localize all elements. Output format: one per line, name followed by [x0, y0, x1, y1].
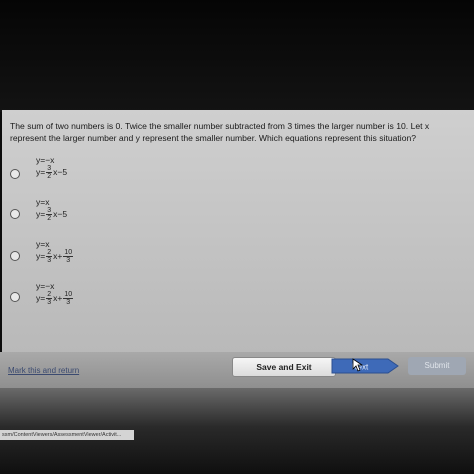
option-c[interactable]: y=x y= 2 3 x+ 10 3 [10, 239, 164, 275]
option-c-radio[interactable] [10, 251, 20, 261]
status-bar-url: ssm/ContentViewers/AssessmentViewer/Acti… [0, 430, 134, 440]
question-text: The sum of two numbers is 0. Twice the s… [10, 121, 430, 143]
option-b-equations: y=x y= 3 2 x−5 [36, 197, 67, 222]
next-button-shape: Next [331, 358, 399, 374]
option-a-equations: y=−x y= 3 2 x−5 [36, 155, 67, 180]
save-and-exit-button[interactable]: Save and Exit [232, 357, 336, 377]
mouse-cursor-icon [352, 358, 364, 372]
option-b-radio[interactable] [10, 209, 20, 219]
option-a-radio[interactable] [10, 169, 20, 179]
submit-button[interactable]: Submit [408, 357, 466, 375]
option-a[interactable]: y=−x y= 3 2 x−5 [10, 155, 164, 191]
option-d[interactable]: y=−x y= 2 3 x+ 10 3 [10, 281, 164, 317]
option-d-eq1: y=−x [36, 281, 55, 291]
mark-and-return-link[interactable]: Mark this and return [8, 366, 79, 375]
option-a-eq1: y=−x [36, 155, 55, 165]
option-b[interactable]: y=x y= 3 2 x−5 [10, 197, 164, 233]
option-c-eq2: y= 2 3 x+ 10 3 [36, 249, 74, 264]
option-a-eq2: y= 3 2 x−5 [36, 165, 68, 180]
option-b-eq2: y= 3 2 x−5 [36, 207, 68, 222]
option-d-radio[interactable] [10, 292, 20, 302]
option-d-eq2: y= 2 3 x+ 10 3 [36, 291, 74, 306]
next-button[interactable]: Next [330, 357, 400, 375]
top-dark-area [0, 0, 474, 112]
option-c-equations: y=x y= 2 3 x+ 10 3 [36, 239, 74, 264]
option-c-eq1: y=x [36, 239, 50, 249]
option-b-eq1: y=x [36, 197, 50, 207]
option-d-equations: y=−x y= 2 3 x+ 10 3 [36, 281, 74, 306]
